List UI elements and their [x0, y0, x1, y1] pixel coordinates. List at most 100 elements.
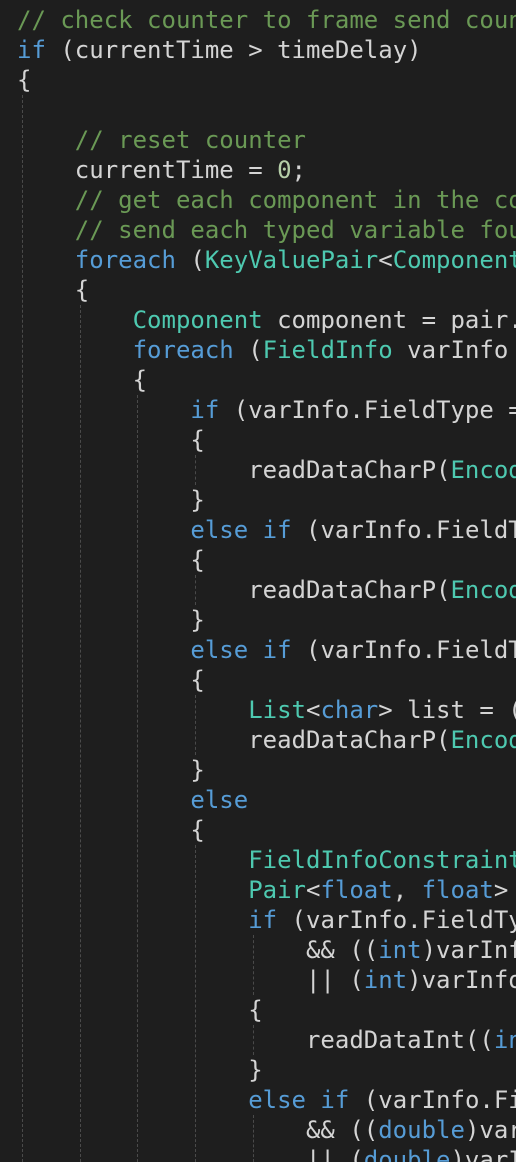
- code-token: )varInfo: [407, 966, 516, 994]
- code-editor[interactable]: // check counter to frame send count if (…: [0, 0, 516, 1162]
- comment-token: // reset counter: [74, 126, 306, 154]
- type-token: Encod: [450, 456, 516, 484]
- code-token: <: [305, 696, 321, 724]
- code-token: (varInfo.FieldTy: [277, 906, 516, 934]
- code-line[interactable]: readDataInt((in: [17, 1025, 516, 1055]
- code-token: (varInfo.FieldT: [291, 636, 516, 664]
- code-token: {: [17, 666, 205, 694]
- code-line[interactable]: {: [17, 365, 516, 395]
- comment-token: // check counter to frame send count: [17, 6, 516, 34]
- code-line[interactable]: if (varInfo.FieldTy: [17, 905, 516, 935]
- keyword-token: if: [17, 36, 46, 64]
- code-token: || (: [17, 966, 364, 994]
- type-token: Component: [392, 246, 516, 274]
- code-line[interactable]: {: [17, 665, 516, 695]
- code-line[interactable]: else: [17, 785, 516, 815]
- code-line[interactable]: || (double)varI: [17, 1145, 516, 1162]
- code-token: (varInfo.FieldType =: [219, 396, 516, 424]
- code-line[interactable]: {: [17, 65, 516, 95]
- code-line[interactable]: if (varInfo.FieldType =: [17, 395, 516, 425]
- code-line[interactable]: Pair<float, float>: [17, 875, 516, 905]
- code-token: (: [175, 246, 205, 274]
- keyword-token: else if: [248, 1086, 350, 1114]
- code-token: > list = (: [378, 696, 516, 724]
- keyword-token: in: [493, 1026, 516, 1054]
- keyword-token: if: [248, 906, 278, 934]
- code-token: ;: [291, 156, 306, 184]
- code-line[interactable]: {: [17, 425, 516, 455]
- code-token: ,: [392, 876, 422, 904]
- code-token: )varI: [450, 1146, 516, 1162]
- code-line[interactable]: || (int)varInfo: [17, 965, 516, 995]
- code-token: currentTime =: [17, 156, 278, 184]
- code-line[interactable]: // check counter to frame send count: [17, 5, 516, 35]
- code-token: }: [17, 486, 205, 514]
- code-token: && ((: [17, 936, 379, 964]
- keyword-token: int: [378, 936, 422, 964]
- code-line[interactable]: Component component = pair.: [17, 305, 516, 335]
- code-line[interactable]: // reset counter: [17, 125, 516, 155]
- code-line[interactable]: {: [17, 815, 516, 845]
- code-line[interactable]: {: [17, 545, 516, 575]
- code-line[interactable]: List<char> list = (: [17, 695, 516, 725]
- code-line[interactable]: {: [17, 275, 516, 305]
- code-token: }: [17, 1056, 263, 1084]
- code-line[interactable]: [17, 95, 516, 125]
- code-line[interactable]: foreach (FieldInfo varInfo: [17, 335, 516, 365]
- code-line[interactable]: }: [17, 1055, 516, 1085]
- code-token: component = pair.: [262, 306, 516, 334]
- code-token: )var: [464, 1116, 516, 1144]
- keyword-token: char: [320, 696, 379, 724]
- code-line[interactable]: foreach (KeyValuePair<Component: [17, 245, 516, 275]
- code-token: >: [493, 876, 509, 904]
- code-line[interactable]: currentTime = 0;: [17, 155, 516, 185]
- code-token: )varInf: [421, 936, 516, 964]
- keyword-token: int: [363, 966, 408, 994]
- code-line[interactable]: FieldInfoConstraint: [17, 845, 516, 875]
- type-token: FieldInfo: [262, 336, 393, 364]
- code-line[interactable]: }: [17, 605, 516, 635]
- code-token: {: [17, 816, 205, 844]
- code-line[interactable]: else if (varInfo.FieldT: [17, 515, 516, 545]
- keyword-token: float: [421, 876, 494, 904]
- code-token: {: [17, 366, 148, 394]
- code-line[interactable]: // send each typed variable fou: [17, 215, 516, 245]
- code-line[interactable]: }: [17, 755, 516, 785]
- code-line[interactable]: && ((int)varInf: [17, 935, 516, 965]
- code-line[interactable]: && ((double)var: [17, 1115, 516, 1145]
- keyword-token: double: [378, 1116, 465, 1144]
- code-token: {: [17, 276, 90, 304]
- type-token: List: [248, 696, 306, 724]
- code-line[interactable]: else if (varInfo.Fi: [17, 1085, 516, 1115]
- code-line[interactable]: readDataCharP(Encod: [17, 455, 516, 485]
- code-line[interactable]: // get each component in the co: [17, 185, 516, 215]
- code-block[interactable]: // check counter to frame send count if (…: [17, 5, 516, 1162]
- keyword-token: else if: [190, 516, 292, 544]
- code-line[interactable]: readDataCharP(Encod: [17, 575, 516, 605]
- type-token: Component: [132, 306, 263, 334]
- code-token: readDataInt((: [17, 1026, 494, 1054]
- code-token: (varInfo.FieldT: [291, 516, 516, 544]
- code-line[interactable]: readDataCharP(Encod: [17, 725, 516, 755]
- code-line[interactable]: if (currentTime > timeDelay): [17, 35, 516, 65]
- type-token: Encod: [450, 576, 516, 604]
- keyword-token: else: [190, 786, 249, 814]
- code-line[interactable]: else if (varInfo.FieldT: [17, 635, 516, 665]
- code-line[interactable]: {: [17, 995, 516, 1025]
- code-line[interactable]: }: [17, 485, 516, 515]
- type-token: Pair: [248, 876, 306, 904]
- keyword-token: if: [190, 396, 220, 424]
- code-token: (varInfo.Fi: [349, 1086, 516, 1114]
